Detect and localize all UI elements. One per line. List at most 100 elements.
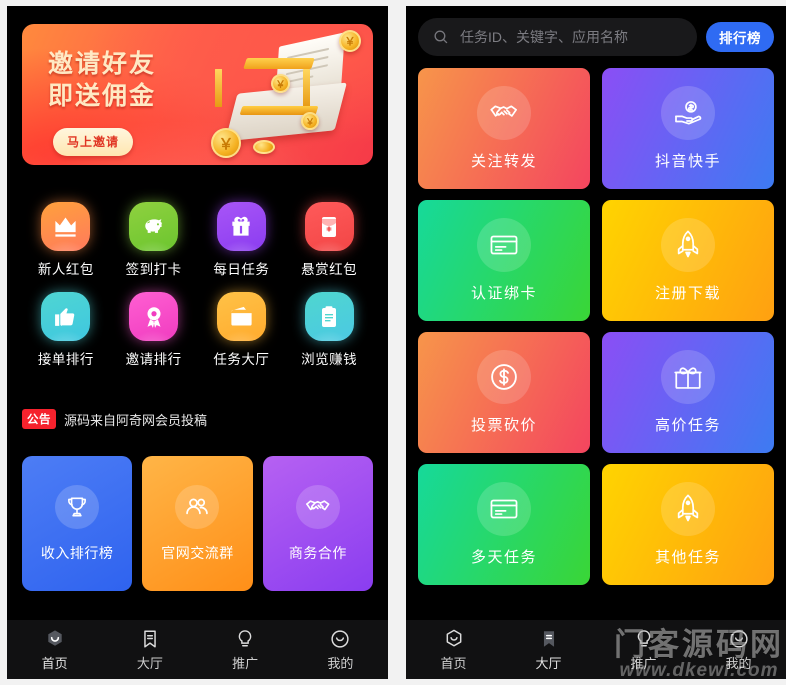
tab-label: 我的 (725, 655, 752, 671)
search-row: 任务ID、关键字、应用名称 排行榜 (418, 18, 774, 56)
right-screen: 任务ID、关键字、应用名称 排行榜 关注转发 抖音快手 认证绑卡 注册下载 投票… (406, 6, 786, 679)
credit-card-icon (477, 482, 531, 536)
task-card-label: 认证绑卡 (470, 285, 537, 302)
grid-item-task-hall[interactable]: 任务大厅 (198, 292, 286, 368)
task-card-vote-bargain[interactable]: 投票砍价 (418, 332, 590, 453)
tab-label: 大厅 (535, 655, 562, 671)
tab-promotion[interactable]: 推广 (596, 628, 691, 672)
grid-item-daily-task[interactable]: 每日任务 (198, 202, 286, 278)
left-tabbar: 首页 大厅 推广 我的 (7, 620, 388, 679)
grid-item-bounty-packet[interactable]: 悬赏红包 (285, 202, 373, 278)
tab-mine[interactable]: 我的 (293, 628, 388, 672)
task-card-verify-bindcard[interactable]: 认证绑卡 (418, 200, 590, 321)
gift-icon (661, 350, 715, 404)
bookmark-icon (144, 629, 156, 648)
grid-label: 浏览赚钱 (301, 352, 358, 367)
tab-label: 首页 (440, 655, 467, 671)
banner-headline: 邀请好友 即送佣金 (48, 48, 156, 112)
hand-coin-icon (661, 86, 715, 140)
trophy-icon (55, 484, 100, 529)
ranking-button[interactable]: 排行榜 (706, 22, 774, 52)
screenshot-stage: ￥ ￥ ￥ ￥ 邀请好友 即送佣金 马上邀请 新人红包 签到打卡 每日任务 悬赏… (0, 0, 786, 685)
tab-promotion[interactable]: 推广 (198, 628, 293, 672)
grid-item-invite-ranking[interactable]: 邀请排行 (110, 292, 198, 368)
phone-right-task-hall: 任务ID、关键字、应用名称 排行榜 关注转发 抖音快手 认证绑卡 注册下载 投票… (406, 6, 786, 679)
coin-icon: ￥ (301, 112, 319, 130)
announcement-bar[interactable]: 公告 源码来自阿奇网会员投稿 (22, 409, 207, 429)
card-label: 商务合作 (288, 544, 347, 561)
dollar-circle-icon (477, 350, 531, 404)
banner-line-2: 即送佣金 (48, 82, 157, 110)
grid-item-new-user-packet[interactable]: 新人红包 (22, 202, 110, 278)
grid-label: 签到打卡 (125, 262, 182, 277)
coin-icon: ￥ (271, 74, 290, 93)
left-screen: ￥ ￥ ￥ ￥ 邀请好友 即送佣金 马上邀请 新人红包 签到打卡 每日任务 悬赏… (7, 6, 388, 679)
tab-mine[interactable]: 我的 (691, 628, 786, 672)
bookmark-icon (543, 630, 554, 647)
task-category-grid: 关注转发 抖音快手 认证绑卡 注册下载 投票砍价 高价任务 多天任务 其他任务 (418, 68, 774, 585)
gift-icon (216, 202, 266, 251)
grid-item-checkin[interactable]: 签到打卡 (110, 202, 198, 278)
lightbulb-icon (238, 629, 252, 647)
home-hex-icon (47, 629, 62, 646)
card-official-group[interactable]: 官网交流群 (142, 456, 253, 591)
grid-item-order-ranking[interactable]: 接单排行 (22, 292, 110, 368)
task-card-label: 注册下载 (654, 285, 721, 302)
temple-column (303, 69, 310, 107)
handshake-icon (295, 484, 340, 529)
lightbulb-icon (637, 629, 650, 647)
tab-home[interactable]: 首页 (406, 628, 501, 672)
invite-banner[interactable]: ￥ ￥ ￥ ￥ 邀请好友 即送佣金 马上邀请 (22, 24, 373, 165)
grid-label: 悬赏红包 (301, 262, 358, 277)
grid-label: 新人红包 (37, 262, 94, 277)
banner-line-1: 邀请好友 (48, 50, 157, 78)
tab-hall[interactable]: 大厅 (501, 628, 596, 672)
credit-card-icon (477, 218, 531, 272)
wallet-icon (216, 292, 266, 341)
home-hex-icon (446, 629, 461, 647)
task-card-label: 多天任务 (470, 549, 537, 566)
people-icon (175, 484, 220, 529)
announcement-text: 源码来自阿奇网会员投稿 (64, 412, 208, 428)
grid-label: 接单排行 (37, 352, 94, 367)
feature-card-row: 收入排行榜 官网交流群 商务合作 (22, 456, 373, 591)
smiley-face-icon (331, 629, 349, 648)
task-card-multiday[interactable]: 多天任务 (418, 464, 590, 585)
task-card-label: 其他任务 (654, 549, 721, 566)
tab-label: 大厅 (136, 655, 163, 671)
announcement-badge: 公告 (22, 409, 56, 429)
quick-entry-grid: 新人红包 签到打卡 每日任务 悬赏红包 接单排行 邀请排行 任务大厅 浏览赚钱 (22, 202, 373, 368)
grid-item-browse-earn[interactable]: 浏览赚钱 (285, 292, 373, 368)
coin-icon (253, 140, 275, 154)
rocket-icon (661, 482, 715, 536)
task-card-register-download[interactable]: 注册下载 (602, 200, 774, 321)
card-business-cooperation[interactable]: 商务合作 (262, 456, 373, 591)
temple-column (215, 69, 222, 107)
task-card-high-price[interactable]: 高价任务 (602, 332, 774, 453)
piggy-bank-icon (129, 202, 179, 251)
task-card-follow-repost[interactable]: 关注转发 (418, 68, 590, 189)
medal-icon (129, 292, 179, 341)
tab-label: 首页 (41, 655, 68, 671)
grid-label: 邀请排行 (125, 352, 182, 367)
search-input[interactable]: 任务ID、关键字、应用名称 (418, 18, 697, 56)
task-card-label: 关注转发 (470, 153, 537, 170)
banner-illustration: ￥ ￥ ￥ ￥ (211, 30, 365, 162)
grid-label: 任务大厅 (213, 352, 270, 367)
red-packet-icon (304, 202, 354, 251)
search-placeholder: 任务ID、关键字、应用名称 (460, 29, 628, 45)
task-card-douyin-kuaishou[interactable]: 抖音快手 (602, 68, 774, 189)
rocket-icon (661, 218, 715, 272)
task-card-other[interactable]: 其他任务 (602, 464, 774, 585)
card-label: 官网交流群 (161, 544, 234, 561)
task-card-label: 投票砍价 (470, 417, 537, 434)
tab-label: 我的 (327, 655, 354, 671)
smiley-face-icon (729, 629, 748, 648)
card-label: 收入排行榜 (40, 544, 114, 561)
phone-left-home-screen: ￥ ￥ ￥ ￥ 邀请好友 即送佣金 马上邀请 新人红包 签到打卡 每日任务 悬赏… (7, 6, 388, 679)
card-income-ranking[interactable]: 收入排行榜 (22, 456, 133, 591)
temple-roof (243, 58, 315, 69)
tab-home[interactable]: 首页 (7, 628, 102, 672)
invite-now-button[interactable]: 马上邀请 (53, 128, 134, 156)
tab-hall[interactable]: 大厅 (102, 628, 197, 672)
